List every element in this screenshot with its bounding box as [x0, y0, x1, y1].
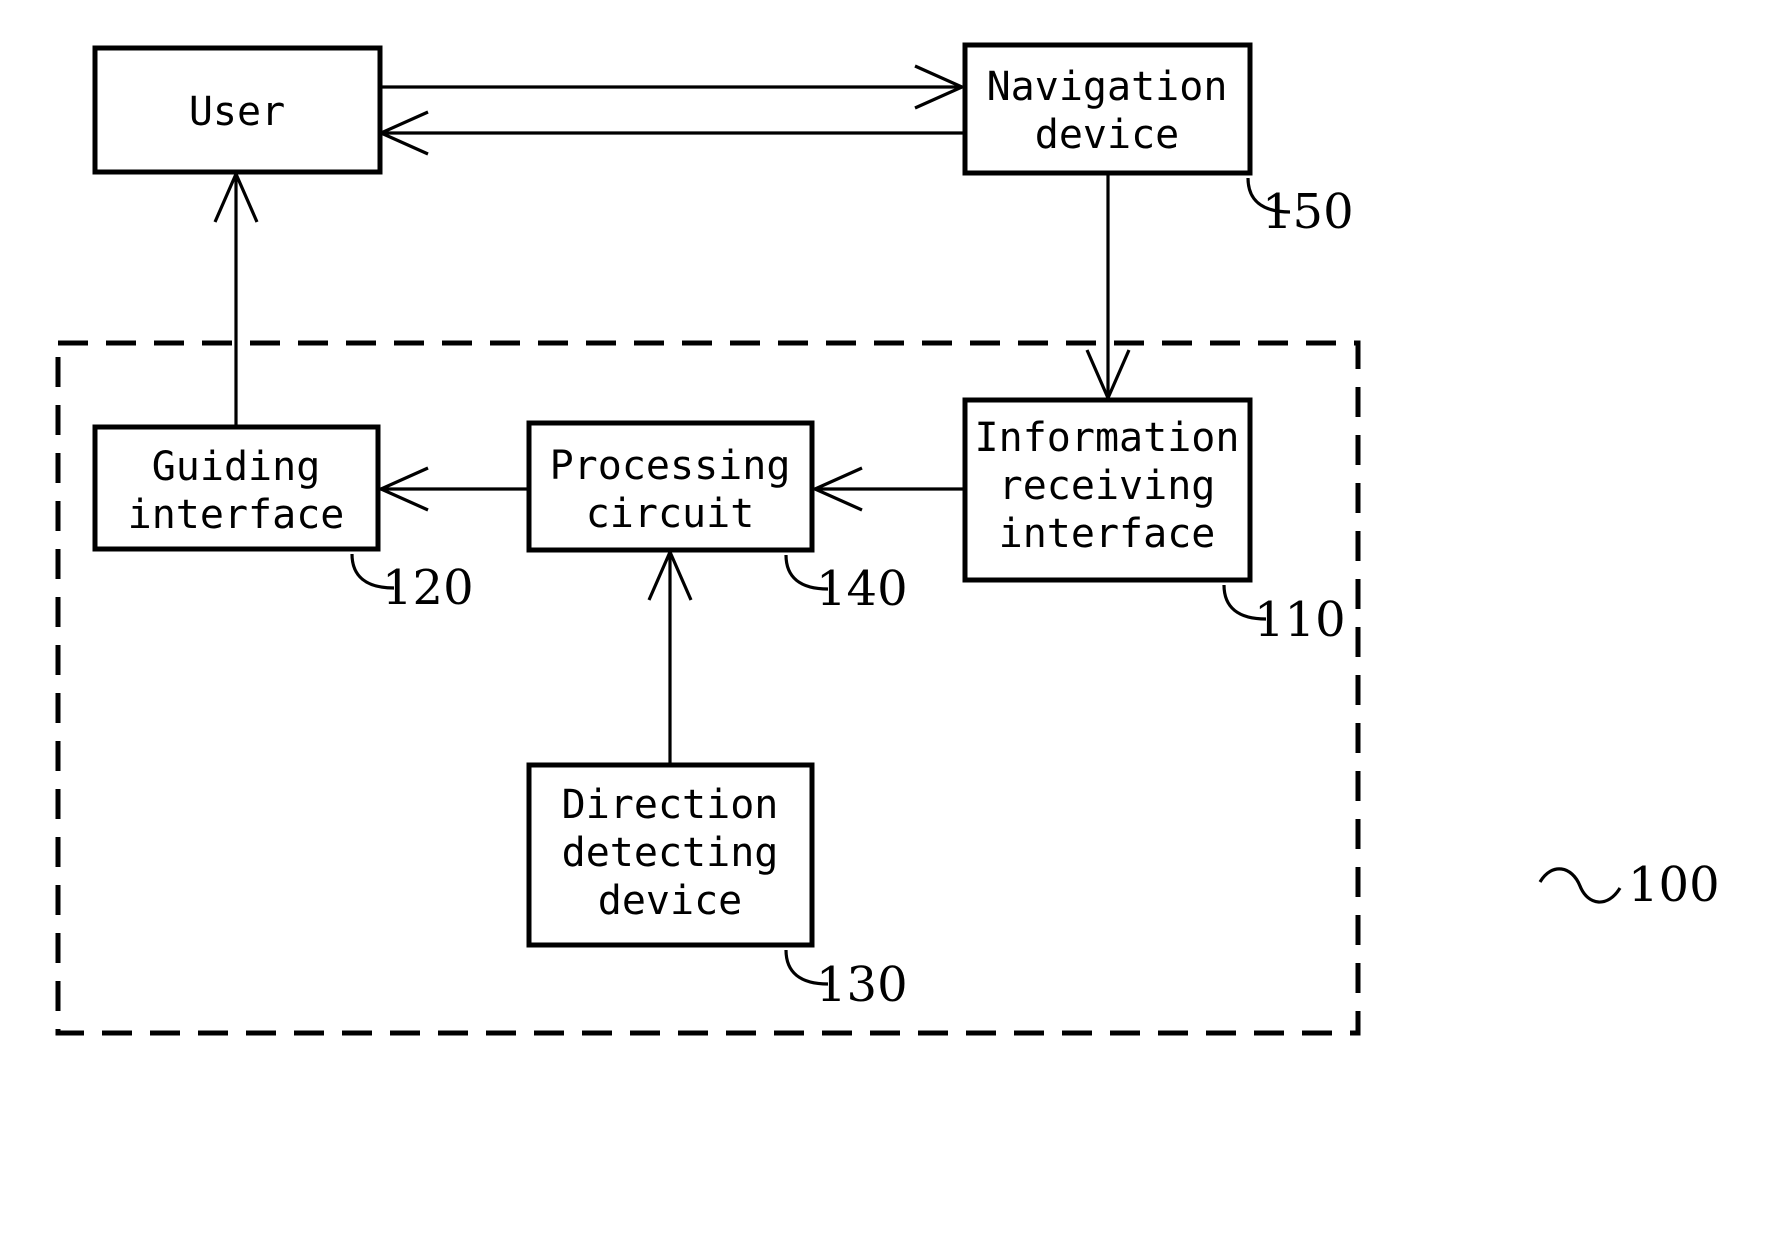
connector-guiding-interface-to-user — [213, 170, 259, 425]
connector-direction-detecting-device-to-processing-circuit — [647, 548, 693, 763]
block-navigation-device[interactable]: Navigation device — [962, 42, 1253, 176]
connector-information-receiving-interface-to-processing-circuit — [811, 466, 963, 512]
connector-navigation-device-to-information-receiving-interface — [1085, 173, 1131, 402]
reference-callout-110: 110 — [1222, 584, 1346, 648]
block-navigation-device-label-line-1: Navigation — [987, 64, 1228, 110]
connector-navigation-device-to-user — [377, 110, 963, 156]
figure-canvas: User Navigation device Guiding interface… — [0, 0, 1776, 1236]
reference-number-120: 120 — [382, 560, 474, 616]
block-direction-detecting-device-label-line-2: detecting — [562, 830, 779, 876]
block-user[interactable]: User — [92, 45, 383, 175]
block-information-receiving-interface-label-line-1: Information — [975, 415, 1240, 461]
reference-number-130: 130 — [816, 957, 908, 1013]
block-information-receiving-interface[interactable]: Information receiving interface — [962, 397, 1253, 583]
reference-number-150: 150 — [1262, 184, 1354, 240]
reference-number-140: 140 — [816, 561, 908, 617]
block-guiding-interface-label-line-2: interface — [128, 492, 345, 538]
block-direction-detecting-device[interactable]: Direction detecting device — [526, 762, 815, 948]
block-guiding-interface-label-line-1: Guiding — [152, 444, 321, 490]
block-direction-detecting-device-label-line-3: device — [598, 878, 743, 924]
block-diagram-svg: User Navigation device Guiding interface… — [55, 42, 1720, 1036]
block-user-label: User — [189, 89, 285, 135]
block-information-receiving-interface-label-line-2: receiving — [999, 463, 1216, 509]
reference-callout-130: 130 — [784, 949, 908, 1013]
connector-user-to-navigation-device — [380, 64, 966, 110]
block-processing-circuit-label-line-1: Processing — [550, 443, 791, 489]
reference-callout-120: 120 — [350, 553, 474, 616]
reference-callout-100: 100 — [1538, 857, 1720, 913]
reference-callout-140: 140 — [784, 554, 908, 617]
block-direction-detecting-device-label-line-1: Direction — [562, 782, 779, 828]
connector-processing-circuit-to-guiding-interface — [377, 466, 527, 512]
block-processing-circuit-label-line-2: circuit — [586, 491, 755, 537]
block-information-receiving-interface-label-line-3: interface — [999, 511, 1216, 557]
block-navigation-device-label-line-2: device — [1035, 112, 1180, 158]
block-processing-circuit[interactable]: Processing circuit — [526, 420, 815, 553]
reference-callout-150: 150 — [1246, 177, 1354, 240]
reference-number-110: 110 — [1254, 592, 1346, 648]
reference-number-100: 100 — [1628, 857, 1720, 913]
block-guiding-interface[interactable]: Guiding interface — [92, 424, 381, 552]
